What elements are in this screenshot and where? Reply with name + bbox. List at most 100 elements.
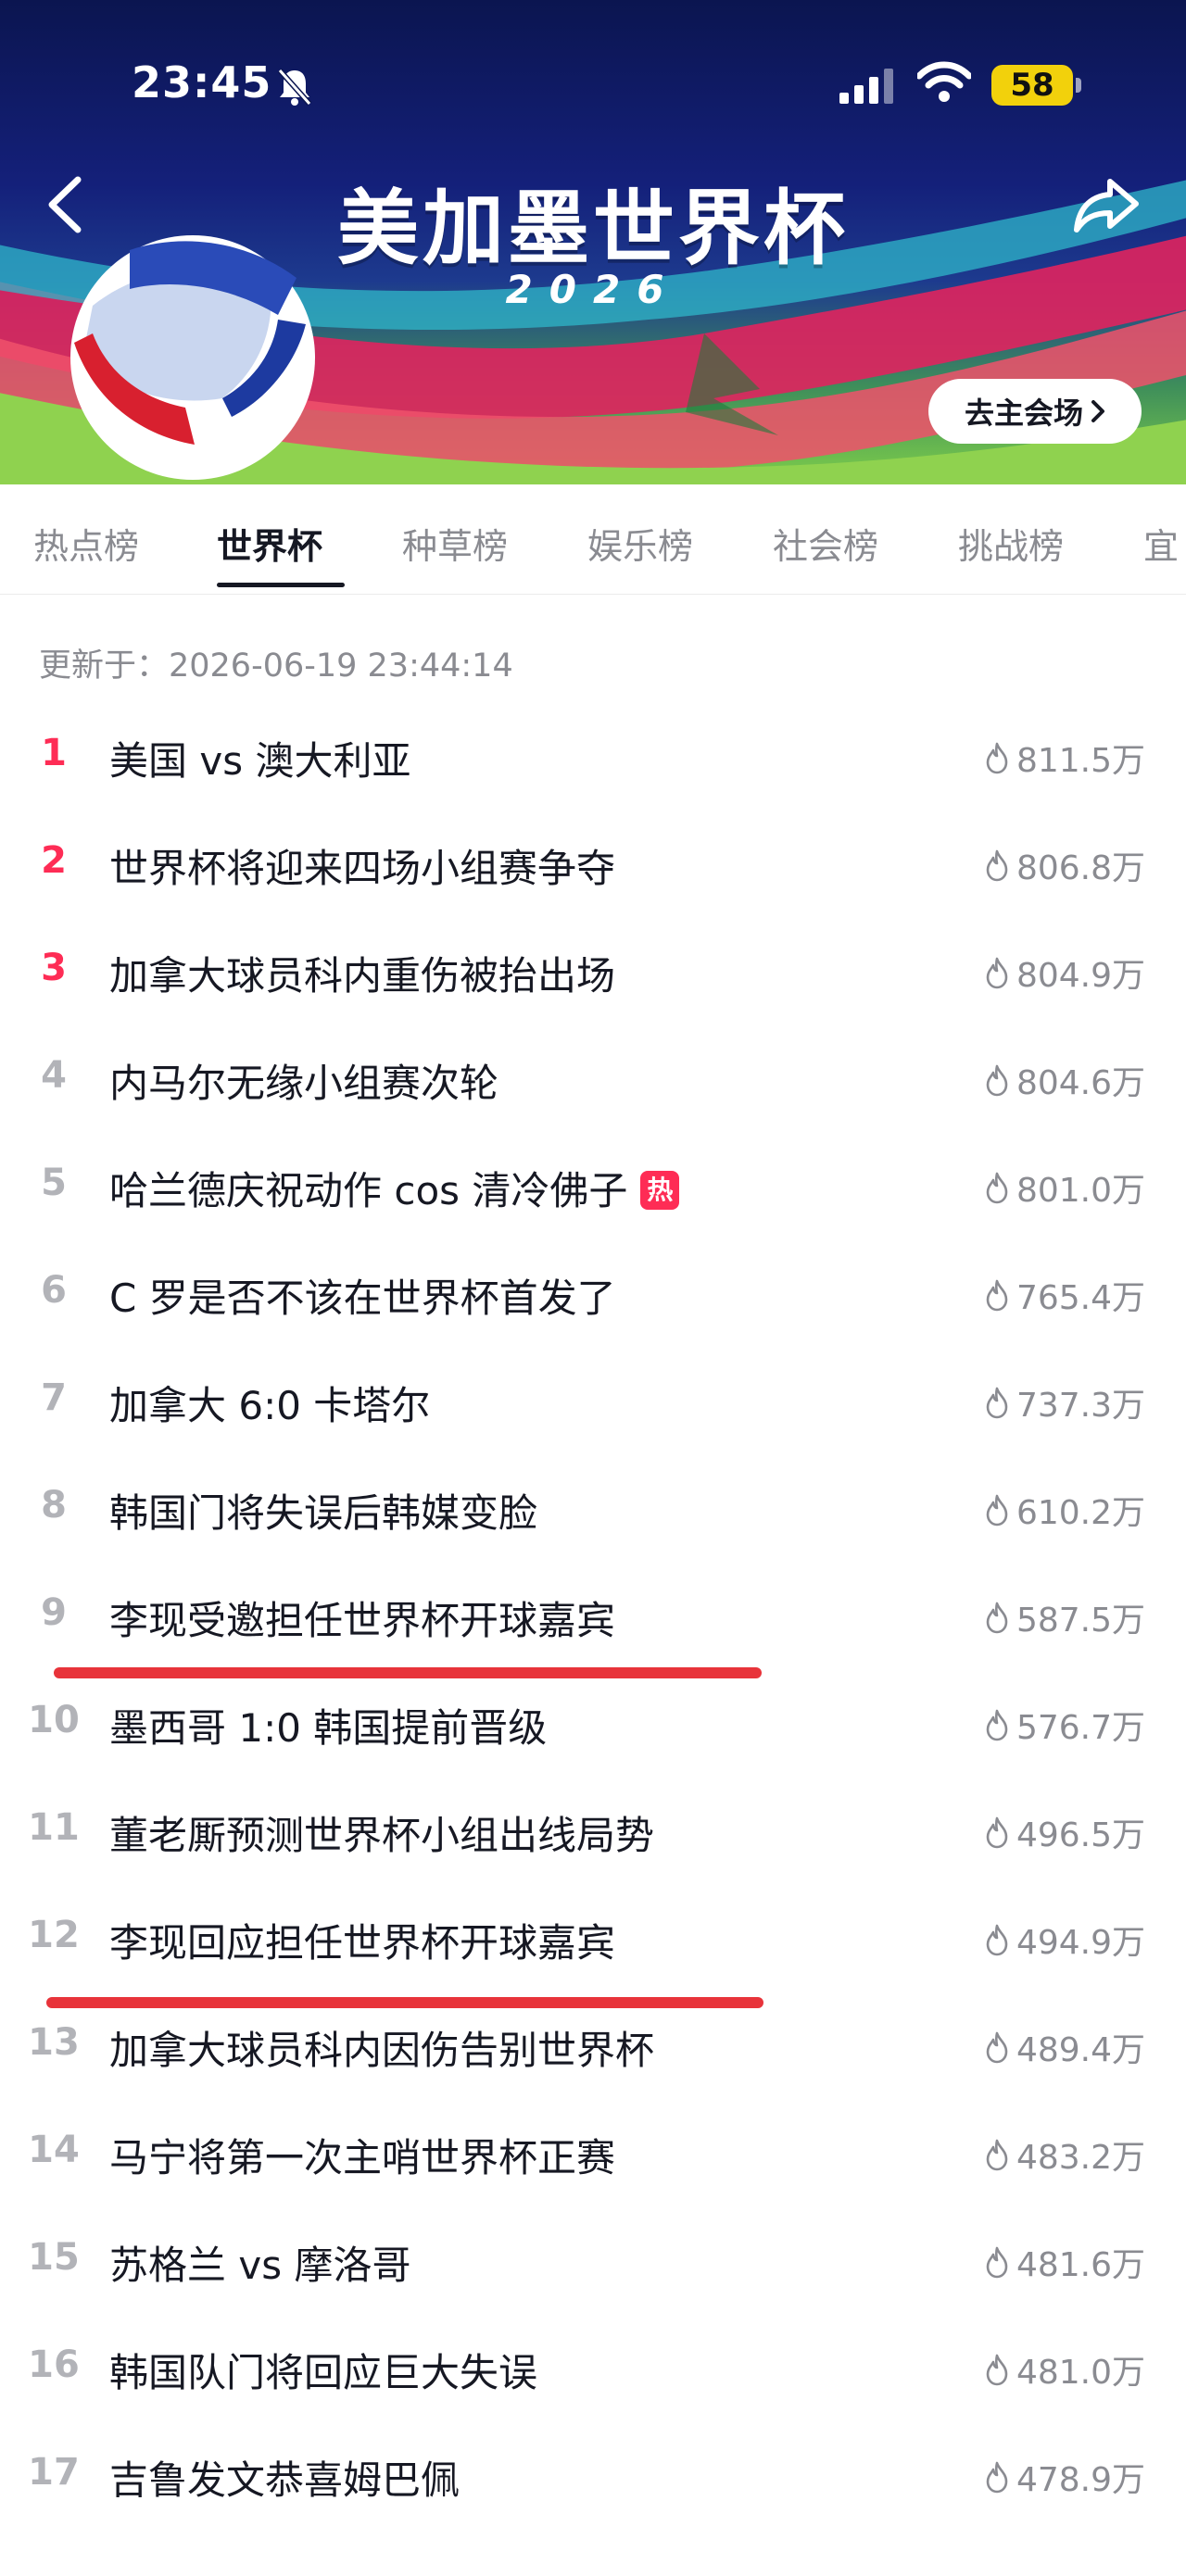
list-item-title-wrap: 加拿大球员科内重伤被抬出场 bbox=[109, 945, 615, 1001]
list-item[interactable]: 8 韩国门将失误后韩媒变脸 610.2万 bbox=[0, 1458, 1186, 1565]
list-item-title-wrap: 董老厮预测世界杯小组出线局势 bbox=[109, 1804, 654, 1861]
list-item[interactable]: 12 李现回应担任世界杯开球嘉宾 494.9万 bbox=[0, 1888, 1186, 1995]
tab-society[interactable]: 社会榜 bbox=[773, 518, 878, 569]
list-item[interactable]: 14 马宁将第一次主哨世界杯正赛 483.2万 bbox=[0, 2103, 1186, 2210]
heat-value-wrap: 737.3万 bbox=[983, 1378, 1145, 1426]
flame-icon bbox=[986, 957, 1008, 989]
tab-hot[interactable]: 热点榜 bbox=[33, 518, 139, 569]
list-item[interactable]: 9 李现受邀担任世界杯开球嘉宾 587.5万 bbox=[0, 1565, 1186, 1673]
tab-more[interactable]: 宜 bbox=[1143, 518, 1179, 569]
list-item[interactable]: 7 加拿大 6:0 卡塔尔 737.3万 bbox=[0, 1351, 1186, 1458]
list-item-title: 李现受邀担任世界杯开球嘉宾 bbox=[109, 1598, 616, 1643]
list-item[interactable]: 11 董老厮预测世界杯小组出线局势 496.5万 bbox=[0, 1780, 1186, 1888]
heat-value: 811.5万 bbox=[1016, 742, 1145, 780]
list-item[interactable]: 5 哈兰德庆祝动作 cos 清冷佛子热 801.0万 bbox=[0, 1136, 1186, 1243]
battery-level: 58 bbox=[991, 65, 1073, 106]
heat-value: 804.6万 bbox=[1016, 1064, 1145, 1102]
rank-number: 10 bbox=[28, 1699, 80, 1741]
list-item-title: 世界杯将迎来四场小组赛争夺 bbox=[109, 846, 616, 891]
red-underline-annotation bbox=[46, 1997, 763, 2008]
list-item-title-wrap: 马宁将第一次主哨世界杯正赛 bbox=[109, 2127, 615, 2183]
heat-value-wrap: 804.6万 bbox=[983, 1056, 1145, 1104]
heat-value: 804.9万 bbox=[1016, 957, 1145, 995]
heat-value-wrap: 494.9万 bbox=[983, 1916, 1145, 1964]
list-item-title-wrap: 韩国门将失误后韩媒变脸 bbox=[109, 1482, 537, 1539]
heat-value: 806.8万 bbox=[1016, 849, 1145, 887]
heat-value: 496.5万 bbox=[1016, 1816, 1145, 1854]
flame-icon bbox=[986, 2246, 1008, 2279]
heat-value: 801.0万 bbox=[1016, 1172, 1145, 1210]
rank-number: 3 bbox=[41, 947, 67, 989]
flame-icon bbox=[986, 1816, 1008, 1849]
status-bar: 23:45 58 bbox=[0, 0, 1186, 111]
banner-title: 美加墨世界杯 bbox=[336, 181, 849, 276]
flame-icon bbox=[986, 2139, 1008, 2171]
rank-number: 1 bbox=[41, 732, 67, 774]
list-item-title-wrap: C 罗是否不该在世界杯首发了 bbox=[109, 1267, 616, 1324]
tab-entertainment[interactable]: 娱乐榜 bbox=[587, 518, 693, 569]
list-item-title-wrap: 哈兰德庆祝动作 cos 清冷佛子热 bbox=[109, 1160, 680, 1216]
rank-number: 4 bbox=[41, 1054, 67, 1097]
heat-value-wrap: 496.5万 bbox=[983, 1808, 1145, 1856]
list-item-title-wrap: 李现受邀担任世界杯开球嘉宾 bbox=[109, 1590, 615, 1646]
hot-badge: 热 bbox=[640, 1171, 680, 1210]
list-item-title: 苏格兰 vs 摩洛哥 bbox=[109, 2243, 411, 2288]
rank-number: 2 bbox=[41, 839, 67, 882]
rank-number: 12 bbox=[28, 1914, 80, 1956]
rank-number: 17 bbox=[28, 2451, 80, 2494]
heat-value-wrap: 765.4万 bbox=[983, 1271, 1145, 1319]
tab-world-cup[interactable]: 世界杯 bbox=[217, 518, 322, 569]
world-cup-banner: 23:45 58 美加墨世界杯 2026 去主会场 bbox=[0, 0, 1186, 484]
tab-recommend[interactable]: 种草榜 bbox=[402, 518, 508, 569]
rank-number: 5 bbox=[41, 1162, 67, 1204]
flame-icon bbox=[986, 1387, 1008, 1419]
wifi-icon bbox=[917, 61, 971, 102]
flame-icon bbox=[986, 1172, 1008, 1204]
list-item[interactable]: 2 世界杯将迎来四场小组赛争夺 806.8万 bbox=[0, 813, 1186, 921]
heat-value: 765.4万 bbox=[1016, 1279, 1145, 1317]
heat-value-wrap: 811.5万 bbox=[983, 734, 1145, 782]
go-main-venue-button[interactable]: 去主会场 bbox=[928, 379, 1142, 444]
red-underline-annotation bbox=[54, 1667, 762, 1678]
list-item-title-wrap: 加拿大 6:0 卡塔尔 bbox=[109, 1375, 430, 1431]
list-item[interactable]: 1 美国 vs 澳大利亚 811.5万 bbox=[0, 706, 1186, 813]
list-item[interactable]: 15 苏格兰 vs 摩洛哥 481.6万 bbox=[0, 2210, 1186, 2318]
heat-value: 481.6万 bbox=[1016, 2246, 1145, 2284]
list-item[interactable]: 13 加拿大球员科内因伤告别世界杯 489.4万 bbox=[0, 1995, 1186, 2103]
bell-mute-icon bbox=[277, 69, 312, 106]
list-item-title: 美国 vs 澳大利亚 bbox=[109, 738, 411, 784]
active-tab-indicator bbox=[217, 583, 345, 587]
list-item[interactable]: 17 吉鲁发文恭喜姆巴佩 478.9万 bbox=[0, 2425, 1186, 2532]
heat-value-wrap: 483.2万 bbox=[983, 2130, 1145, 2179]
heat-value-wrap: 478.9万 bbox=[983, 2453, 1145, 2501]
list-item[interactable]: 16 韩国队门将回应巨大失误 481.0万 bbox=[0, 2318, 1186, 2425]
heat-value: 576.7万 bbox=[1016, 1709, 1145, 1747]
flame-icon bbox=[986, 1602, 1008, 1634]
list-item[interactable]: 3 加拿大球员科内重伤被抬出场 804.9万 bbox=[0, 921, 1186, 1028]
list-item-title-wrap: 内马尔无缘小组赛次轮 bbox=[109, 1052, 498, 1109]
list-item-title: 韩国门将失误后韩媒变脸 bbox=[109, 1490, 538, 1536]
rank-number: 7 bbox=[41, 1376, 67, 1419]
list-item-title-wrap: 加拿大球员科内因伤告别世界杯 bbox=[109, 2019, 654, 2076]
list-item-title: 内马尔无缘小组赛次轮 bbox=[109, 1061, 499, 1106]
flame-icon bbox=[986, 1494, 1008, 1527]
tab-challenge[interactable]: 挑战榜 bbox=[958, 518, 1064, 569]
list-item-title: 董老厮预测世界杯小组出线局势 bbox=[109, 1813, 655, 1858]
heat-value-wrap: 481.6万 bbox=[983, 2238, 1145, 2286]
list-item-title: 韩国队门将回应巨大失误 bbox=[109, 2350, 538, 2395]
rank-number: 15 bbox=[28, 2236, 80, 2279]
list-item-title: 哈兰德庆祝动作 cos 清冷佛子 bbox=[109, 1168, 628, 1213]
go-main-venue-label: 去主会场 bbox=[964, 396, 1083, 431]
list-item-title: 加拿大 6:0 卡塔尔 bbox=[109, 1383, 431, 1428]
list-item-title-wrap: 韩国队门将回应巨大失误 bbox=[109, 2342, 537, 2398]
list-item[interactable]: 4 内马尔无缘小组赛次轮 804.6万 bbox=[0, 1028, 1186, 1136]
heat-value-wrap: 587.5万 bbox=[983, 1593, 1145, 1641]
list-item-title: 李现回应担任世界杯开球嘉宾 bbox=[109, 1920, 616, 1966]
heat-value: 489.4万 bbox=[1016, 2031, 1145, 2069]
rank-number: 13 bbox=[28, 2021, 80, 2064]
list-item[interactable]: 10 墨西哥 1:0 韩国提前晋级 576.7万 bbox=[0, 1673, 1186, 1780]
list-item-title-wrap: 吉鲁发文恭喜姆巴佩 bbox=[109, 2449, 460, 2506]
list-item-title-wrap: 苏格兰 vs 摩洛哥 bbox=[109, 2234, 410, 2291]
signal-icon bbox=[839, 69, 893, 104]
list-item[interactable]: 6 C 罗是否不该在世界杯首发了 765.4万 bbox=[0, 1243, 1186, 1351]
